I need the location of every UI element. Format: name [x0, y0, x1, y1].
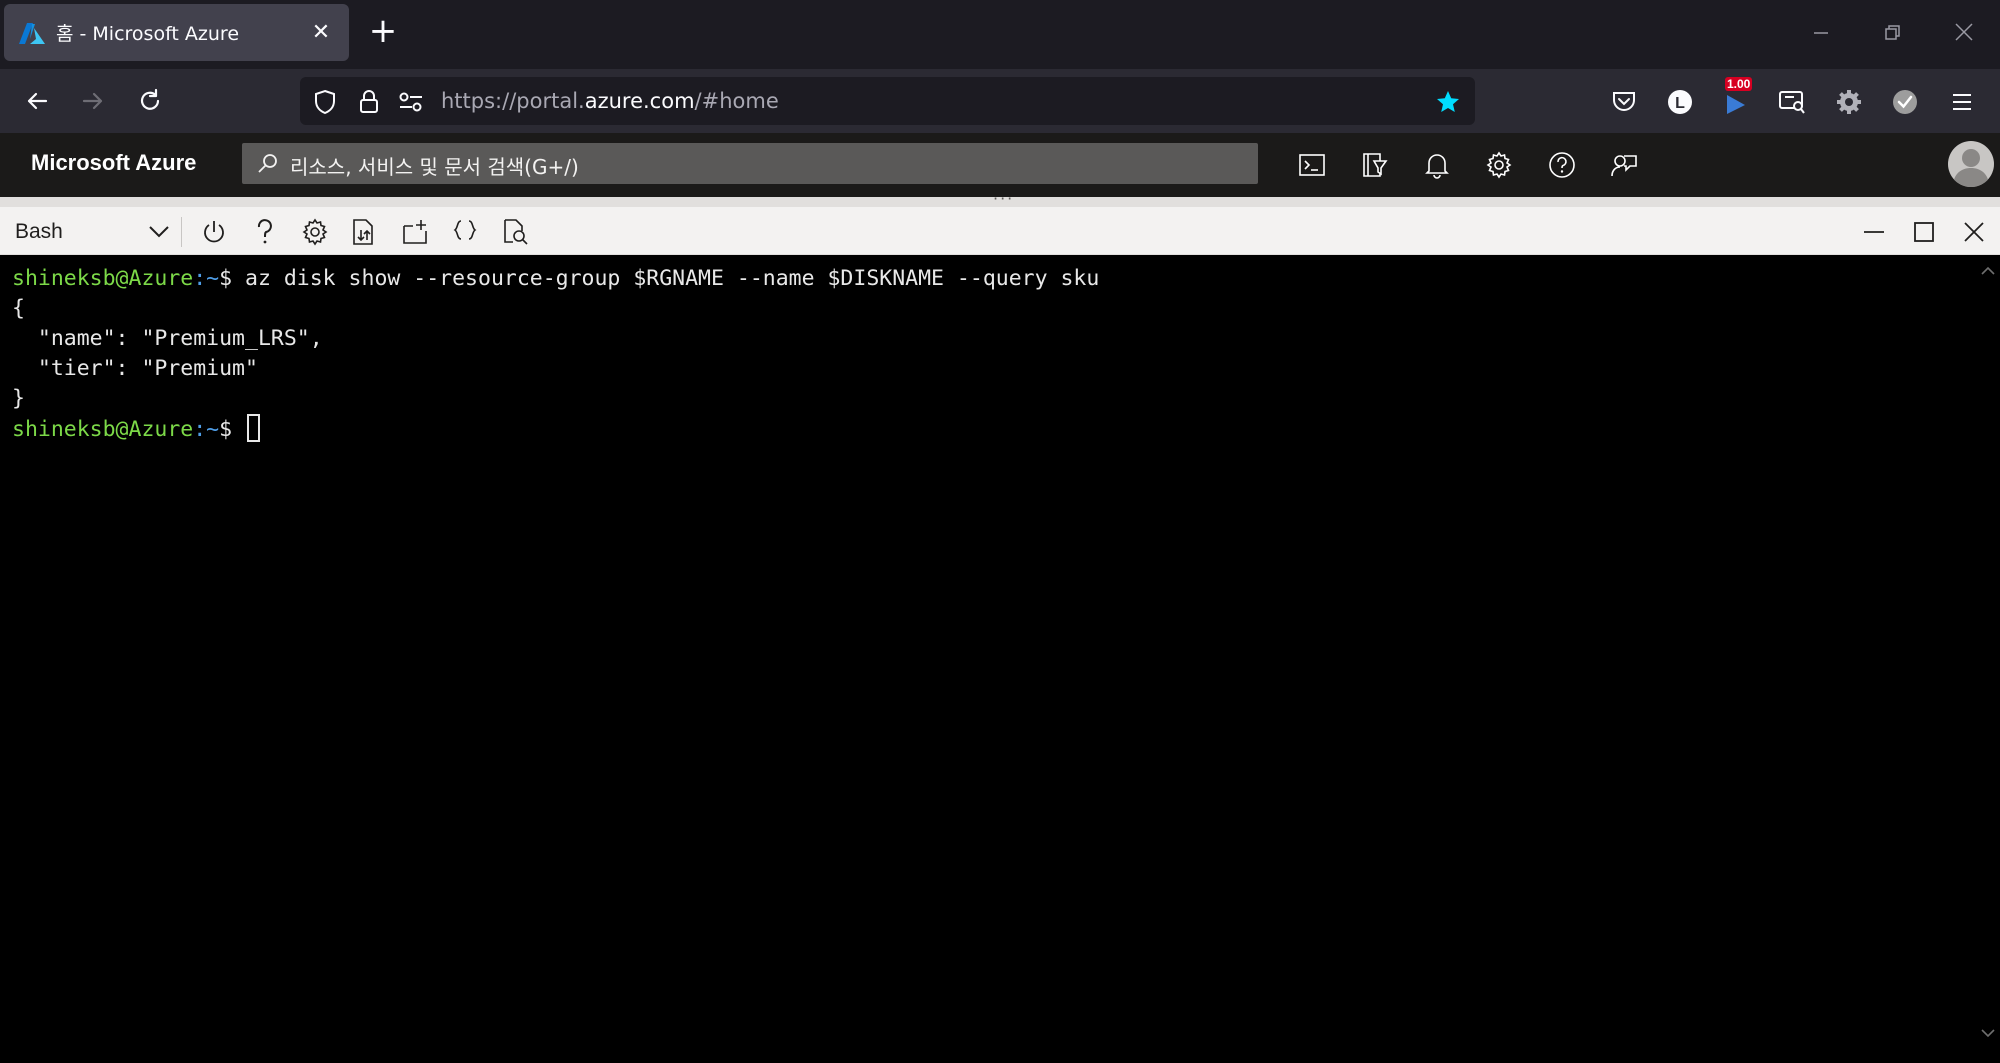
- upload-download-files-icon[interactable]: [348, 216, 380, 248]
- terminal-line: "tier": "Premium": [12, 356, 258, 381]
- address-bar[interactable]: https://portal.azure.com/#home: [300, 77, 1475, 125]
- directory-filter-icon[interactable]: [1358, 149, 1390, 181]
- help-question-icon[interactable]: [249, 216, 281, 248]
- screenshot-icon[interactable]: [1777, 87, 1807, 117]
- toolbar-divider: [181, 217, 182, 247]
- browser-tab[interactable]: 홈 - Microsoft Azure ✕: [4, 4, 349, 61]
- azure-search-input[interactable]: 리소스, 서비스 및 문서 검색(G+/): [242, 143, 1258, 184]
- maximize-shell-icon[interactable]: [1908, 216, 1940, 248]
- terminal-line: "name": "Premium_LRS",: [12, 326, 323, 351]
- search-placeholder: 리소스, 서비스 및 문서 검색(G+/): [290, 155, 579, 179]
- account-l-icon[interactable]: L: [1665, 87, 1695, 117]
- azure-logo-icon: [19, 22, 45, 44]
- settings-gear-icon[interactable]: [299, 216, 331, 248]
- close-window-icon[interactable]: [1944, 14, 1984, 54]
- notification-bell-icon[interactable]: [1421, 149, 1453, 181]
- checkmark-extension-icon[interactable]: [1890, 87, 1920, 117]
- scroll-up-icon[interactable]: [1980, 261, 1996, 280]
- shell-type-label: Bash: [15, 220, 63, 243]
- open-new-session-icon[interactable]: [399, 216, 431, 248]
- close-shell-icon[interactable]: [1958, 216, 1990, 248]
- svg-text:L: L: [1675, 95, 1685, 112]
- minimize-shell-icon[interactable]: [1858, 216, 1890, 248]
- shell-type-select[interactable]: Bash: [15, 217, 170, 247]
- user-avatar[interactable]: [1948, 141, 1994, 187]
- extension-gear-icon[interactable]: [1834, 87, 1864, 117]
- feedback-icon[interactable]: [1608, 149, 1640, 181]
- reload-icon[interactable]: [130, 81, 170, 121]
- browser-tab-strip: 홈 - Microsoft Azure ✕ +: [0, 0, 2000, 69]
- terminal-scrollbar[interactable]: [1976, 255, 2000, 1063]
- azure-header: Microsoft Azure 리소스, 서비스 및 문서 검색(G+/): [0, 133, 2000, 197]
- terminal-prompt-line: shineksb@Azure:~$: [12, 414, 260, 445]
- help-question-icon[interactable]: [1546, 149, 1578, 181]
- site-permissions-icon[interactable]: [398, 89, 424, 115]
- search-icon: [258, 154, 277, 173]
- cloud-shell-icon[interactable]: [1296, 149, 1328, 181]
- web-preview-icon[interactable]: [500, 216, 532, 248]
- tab-close-button[interactable]: ✕: [311, 20, 331, 45]
- cloud-shell-resize-grip[interactable]: ···: [0, 189, 2000, 208]
- grip-dots: ···: [993, 189, 1015, 208]
- terminal-output[interactable]: shineksb@Azure:~$ az disk show --resourc…: [0, 255, 2000, 1063]
- pocket-icon[interactable]: [1609, 87, 1639, 117]
- bookmark-star-icon[interactable]: [1435, 89, 1461, 115]
- minimize-window-icon[interactable]: [1801, 14, 1841, 54]
- extension-badge: 1.00: [1725, 77, 1753, 91]
- terminal-line: {: [12, 296, 25, 321]
- browser-navbar: https://portal.azure.com/#home L 1.00: [0, 69, 2000, 133]
- lock-icon[interactable]: [356, 89, 382, 115]
- menu-hamburger-icon[interactable]: [1947, 87, 1977, 117]
- cloud-shell-toolbar: Bash: [0, 207, 2000, 255]
- terminal-line: shineksb@Azure:~$ az disk show --resourc…: [12, 266, 1100, 291]
- forward-arrow-icon[interactable]: [73, 81, 113, 121]
- terminal-line: }: [12, 386, 25, 411]
- restart-power-icon[interactable]: [198, 216, 230, 248]
- code-editor-braces-icon[interactable]: [449, 216, 481, 248]
- back-arrow-icon[interactable]: [17, 81, 57, 121]
- new-tab-button[interactable]: +: [366, 14, 400, 48]
- url-text: https://portal.azure.com/#home: [441, 89, 779, 113]
- chevron-down-icon: [149, 226, 169, 238]
- tracking-shield-icon[interactable]: [312, 89, 338, 115]
- scroll-down-icon[interactable]: [1980, 1023, 1996, 1042]
- terminal-cursor[interactable]: [247, 414, 260, 442]
- tab-title: 홈 - Microsoft Azure: [56, 23, 240, 45]
- azure-brand[interactable]: Microsoft Azure: [31, 150, 196, 176]
- restore-window-icon[interactable]: [1873, 14, 1913, 54]
- settings-gear-icon[interactable]: [1483, 149, 1515, 181]
- extension-play-icon[interactable]: 1.00: [1721, 77, 1753, 117]
